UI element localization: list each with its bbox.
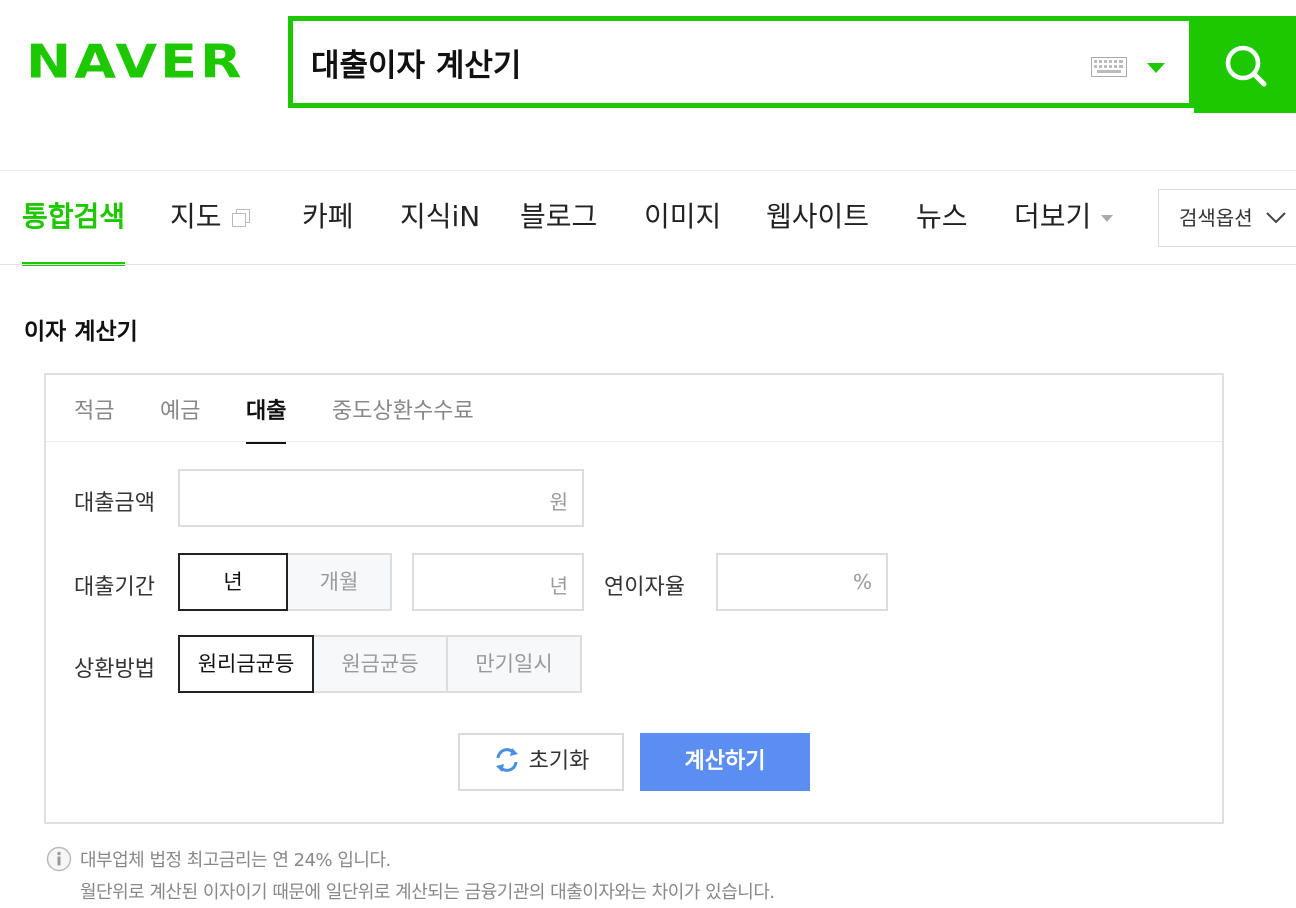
search-tabs: 통합검색 지도 카페 지식iN 블로그 이미지 웹사이트 뉴스 더보기 bbox=[0, 172, 1296, 266]
tab-image[interactable]: 이미지 bbox=[644, 172, 721, 264]
new-window-icon bbox=[231, 209, 250, 227]
tab-cafe[interactable]: 카페 bbox=[302, 172, 354, 264]
tab-map[interactable]: 지도 bbox=[170, 172, 250, 264]
interest-calculator-panel: 적금 예금 대출 중도상환수수료 대출금액 원 대출기간 년 개월 년 연이자율… bbox=[44, 373, 1224, 824]
note-monthly-calc: 월단위로 계산된 이자이기 때문에 일단위로 계산되는 금융기관의 대출이자와는… bbox=[80, 882, 775, 903]
reset-label: 초기화 bbox=[528, 749, 590, 774]
search-icon bbox=[1225, 45, 1267, 87]
tab-website[interactable]: 웹사이트 bbox=[766, 172, 869, 264]
note-max-rate: 대부업체 법정 최고금리는 연 24% 입니다. bbox=[80, 850, 391, 871]
unit-year: 년 bbox=[549, 574, 568, 598]
repayment-equal-principal-interest[interactable]: 원리금균등 bbox=[178, 635, 314, 693]
period-unit-month[interactable]: 개월 bbox=[286, 553, 392, 611]
naver-logo[interactable]: NAVER bbox=[26, 38, 245, 86]
loan-period-label: 대출기간 bbox=[74, 575, 155, 600]
loan-amount-label: 대출금액 bbox=[74, 491, 155, 516]
period-unit-year[interactable]: 년 bbox=[178, 553, 288, 611]
unit-won: 원 bbox=[549, 490, 568, 514]
keyboard-icon[interactable] bbox=[1091, 57, 1127, 77]
tab-more[interactable]: 더보기 bbox=[1014, 172, 1114, 264]
chevron-down-icon bbox=[1266, 212, 1286, 224]
divider bbox=[0, 264, 1296, 265]
tab-blog[interactable]: 블로그 bbox=[520, 172, 597, 264]
info-icon bbox=[46, 846, 72, 872]
calculate-button[interactable]: 계산하기 bbox=[640, 733, 810, 791]
tab-kin[interactable]: 지식iN bbox=[400, 172, 480, 264]
caret-down-icon[interactable] bbox=[1147, 63, 1165, 73]
tab-savings[interactable]: 적금 bbox=[74, 393, 114, 439]
loan-period-field[interactable]: 년 bbox=[412, 553, 584, 611]
reset-button[interactable]: 초기화 bbox=[458, 733, 624, 791]
tab-prepayment-fee[interactable]: 중도상환수수료 bbox=[332, 393, 474, 439]
divider bbox=[0, 170, 1296, 171]
loan-amount-input[interactable] bbox=[180, 471, 582, 525]
interest-rate-label: 연이자율 bbox=[604, 575, 685, 600]
search-input[interactable] bbox=[311, 35, 1071, 89]
tab-loan[interactable]: 대출 bbox=[246, 393, 287, 444]
tab-integrated-search[interactable]: 통합검색 bbox=[22, 172, 126, 266]
search-box[interactable] bbox=[288, 16, 1194, 108]
search-button[interactable] bbox=[1194, 16, 1296, 113]
search-options-button[interactable]: 검색옵션 bbox=[1158, 189, 1296, 247]
loan-amount-field[interactable]: 원 bbox=[178, 469, 584, 527]
section-title: 이자 계산기 bbox=[24, 319, 138, 345]
repayment-bullet[interactable]: 만기일시 bbox=[446, 635, 582, 693]
tab-news[interactable]: 뉴스 bbox=[916, 172, 968, 264]
caret-down-icon bbox=[1101, 214, 1114, 222]
divider bbox=[46, 441, 1222, 442]
interest-rate-field[interactable]: % bbox=[716, 553, 888, 611]
search-options-label: 검색옵션 bbox=[1179, 206, 1253, 230]
unit-percent: % bbox=[852, 570, 872, 594]
refresh-icon bbox=[495, 748, 518, 772]
repayment-method-label: 상환방법 bbox=[74, 657, 155, 682]
tab-deposit[interactable]: 예금 bbox=[160, 393, 200, 439]
repayment-equal-principal[interactable]: 원금균등 bbox=[312, 635, 448, 693]
